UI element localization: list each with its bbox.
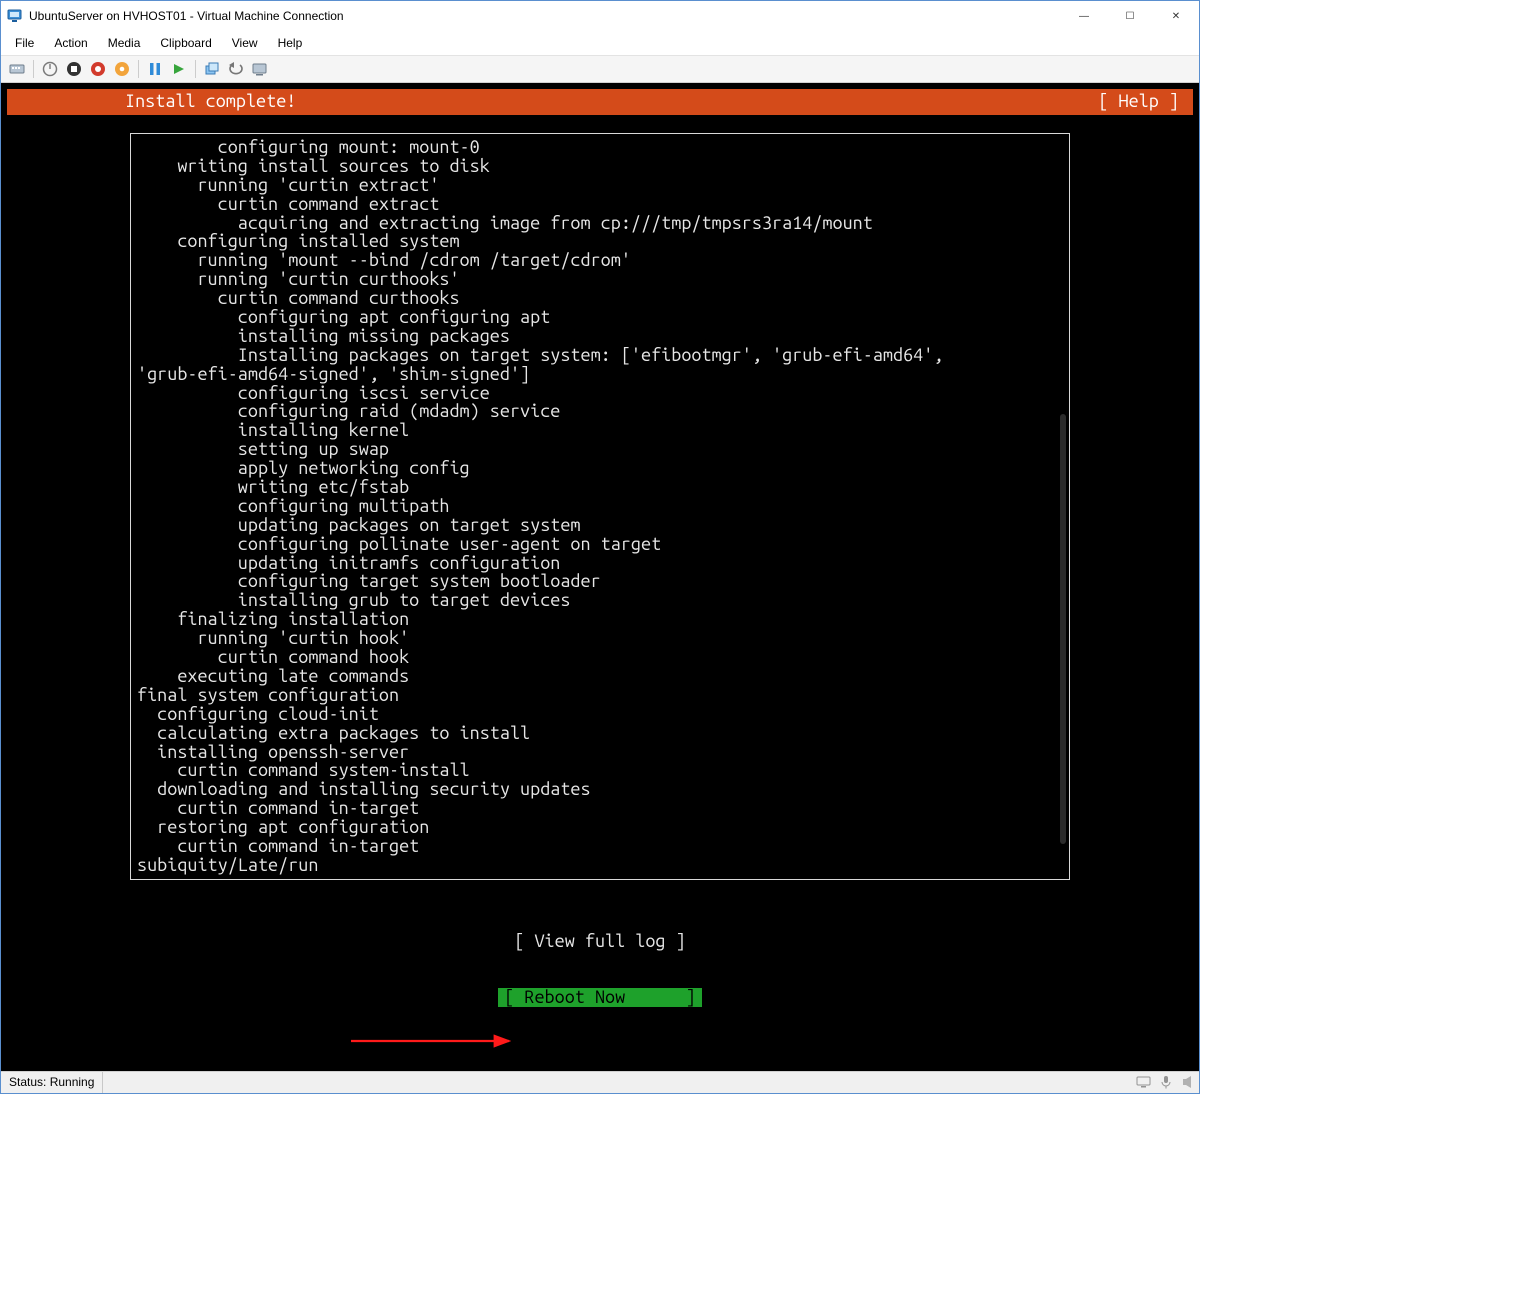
- log-scrollbar[interactable]: [1060, 414, 1066, 844]
- maximize-button[interactable]: ☐: [1107, 1, 1153, 31]
- minimize-button[interactable]: —: [1061, 1, 1107, 31]
- start-icon[interactable]: [40, 59, 60, 79]
- install-log: configuring mount: mount-0 writing insta…: [137, 138, 1063, 875]
- toolbar: [1, 55, 1199, 83]
- menu-clipboard[interactable]: Clipboard: [150, 34, 221, 52]
- save-icon[interactable]: [112, 59, 132, 79]
- installer-title: Install complete!: [21, 91, 296, 111]
- window-title: UbuntuServer on HVHOST01 - Virtual Machi…: [29, 9, 344, 23]
- vm-console[interactable]: Install complete! [ Help ] configuring m…: [1, 83, 1199, 1071]
- shut-down-icon[interactable]: [88, 59, 108, 79]
- status-text: Status: Running: [1, 1072, 103, 1093]
- revert-icon[interactable]: [226, 59, 246, 79]
- display-config-icon[interactable]: [1134, 1072, 1154, 1092]
- menu-action[interactable]: Action: [44, 34, 97, 52]
- help-button[interactable]: [ Help ]: [1098, 91, 1179, 111]
- turn-off-icon[interactable]: [64, 59, 84, 79]
- vm-connection-window: UbuntuServer on HVHOST01 - Virtual Machi…: [0, 0, 1200, 1094]
- menubar: File Action Media Clipboard View Help: [1, 31, 1199, 55]
- close-button[interactable]: ✕: [1153, 1, 1199, 31]
- menu-help[interactable]: Help: [268, 34, 313, 52]
- enhanced-session-icon[interactable]: [250, 59, 270, 79]
- installer-header: Install complete! [ Help ]: [7, 89, 1193, 115]
- titlebar: UbuntuServer on HVHOST01 - Virtual Machi…: [1, 1, 1199, 31]
- menu-file[interactable]: File: [5, 34, 44, 52]
- ctrl-alt-del-icon[interactable]: [7, 59, 27, 79]
- menu-view[interactable]: View: [222, 34, 268, 52]
- installer-actions: [ View full log ] [ Reboot Now ]: [7, 894, 1193, 1045]
- reboot-now-button[interactable]: [ Reboot Now ]: [498, 988, 702, 1007]
- app-icon: [7, 8, 23, 24]
- pause-icon[interactable]: [145, 59, 165, 79]
- view-full-log-button[interactable]: [ View full log ]: [508, 932, 691, 951]
- speaker-icon[interactable]: [1178, 1072, 1198, 1092]
- checkpoint-icon[interactable]: [202, 59, 222, 79]
- install-log-frame: configuring mount: mount-0 writing insta…: [130, 133, 1070, 880]
- reset-icon[interactable]: [169, 59, 189, 79]
- menu-media[interactable]: Media: [98, 34, 151, 52]
- microphone-icon[interactable]: [1156, 1072, 1176, 1092]
- statusbar: Status: Running: [1, 1071, 1199, 1093]
